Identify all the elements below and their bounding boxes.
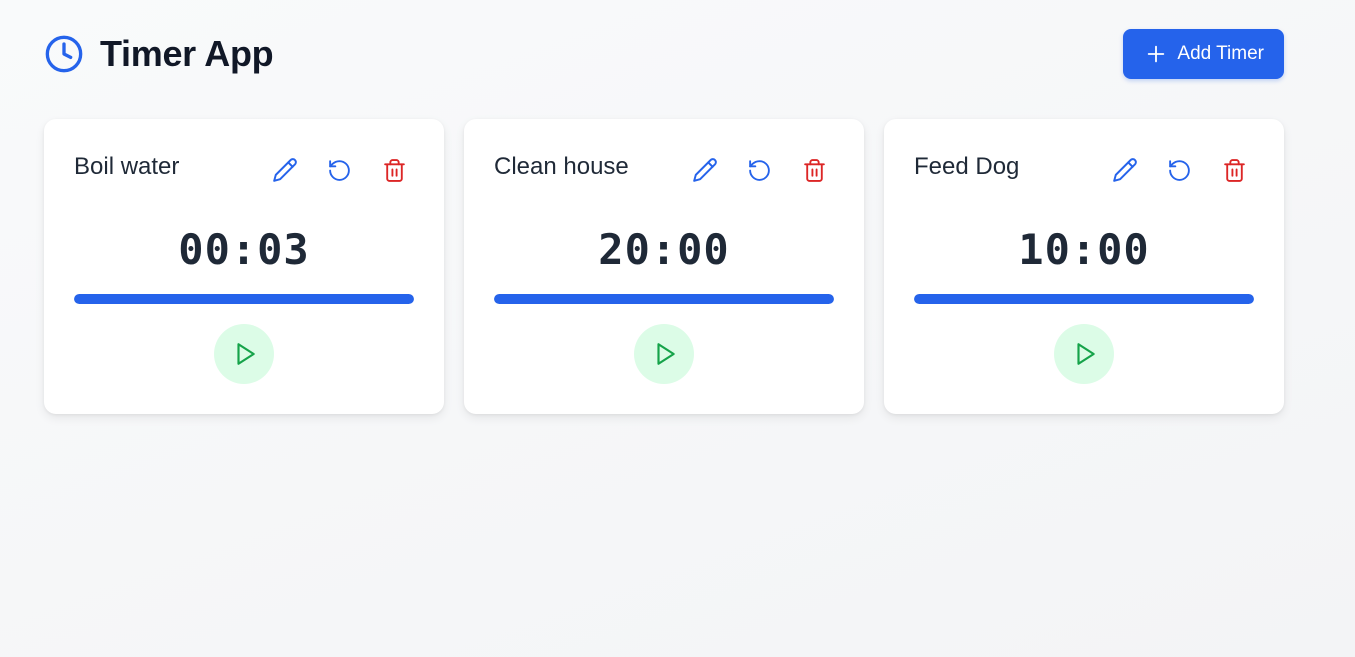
add-timer-label: Add Timer — [1177, 43, 1264, 64]
rotate-ccw-icon — [747, 158, 772, 183]
timer-card: Boil water 00:03 — [44, 119, 444, 414]
timer-display: 00:03 — [178, 225, 310, 274]
pencil-icon — [692, 157, 718, 183]
progress-bar — [494, 294, 834, 304]
timer-display: 20:00 — [598, 225, 730, 274]
reset-timer-button[interactable] — [1167, 157, 1192, 183]
clock-icon — [44, 34, 84, 74]
add-timer-button[interactable]: Add Timer — [1123, 29, 1284, 79]
timer-name: Boil water — [74, 153, 180, 180]
delete-timer-button[interactable] — [1222, 157, 1247, 183]
trash-icon — [382, 158, 407, 183]
progress-fill — [494, 294, 834, 304]
trash-icon — [802, 158, 827, 183]
play-icon — [650, 341, 678, 367]
play-icon — [1070, 341, 1098, 367]
edit-timer-button[interactable] — [272, 157, 297, 183]
progress-bar — [74, 294, 414, 304]
page-title: Timer App — [100, 33, 274, 74]
play-button[interactable] — [634, 324, 694, 384]
timer-name: Feed Dog — [914, 153, 1020, 180]
progress-fill — [914, 294, 1254, 304]
pencil-icon — [1112, 157, 1138, 183]
play-button[interactable] — [1054, 324, 1114, 384]
reset-timer-button[interactable] — [327, 157, 352, 183]
timer-actions — [272, 157, 407, 183]
plus-icon — [1145, 43, 1167, 65]
timer-card: Feed Dog 10:00 — [884, 119, 1284, 414]
timer-card: Clean house 20:00 — [464, 119, 864, 414]
progress-fill — [74, 294, 414, 304]
timer-name: Clean house — [494, 153, 629, 180]
delete-timer-button[interactable] — [802, 157, 827, 183]
progress-bar — [914, 294, 1254, 304]
trash-icon — [1222, 158, 1247, 183]
pencil-icon — [272, 157, 298, 183]
play-button[interactable] — [214, 324, 274, 384]
rotate-ccw-icon — [327, 158, 352, 183]
timer-actions — [1112, 157, 1247, 183]
rotate-ccw-icon — [1167, 158, 1192, 183]
play-icon — [230, 341, 258, 367]
delete-timer-button[interactable] — [382, 157, 407, 183]
timer-display: 10:00 — [1018, 225, 1150, 274]
brand: Timer App — [44, 33, 274, 75]
reset-timer-button[interactable] — [747, 157, 772, 183]
app-header: Timer App Add Timer — [44, 29, 1284, 79]
timer-grid: Boil water 00:03 Clean house 20:00 Feed … — [44, 119, 1284, 414]
edit-timer-button[interactable] — [692, 157, 717, 183]
timer-actions — [692, 157, 827, 183]
edit-timer-button[interactable] — [1112, 157, 1137, 183]
